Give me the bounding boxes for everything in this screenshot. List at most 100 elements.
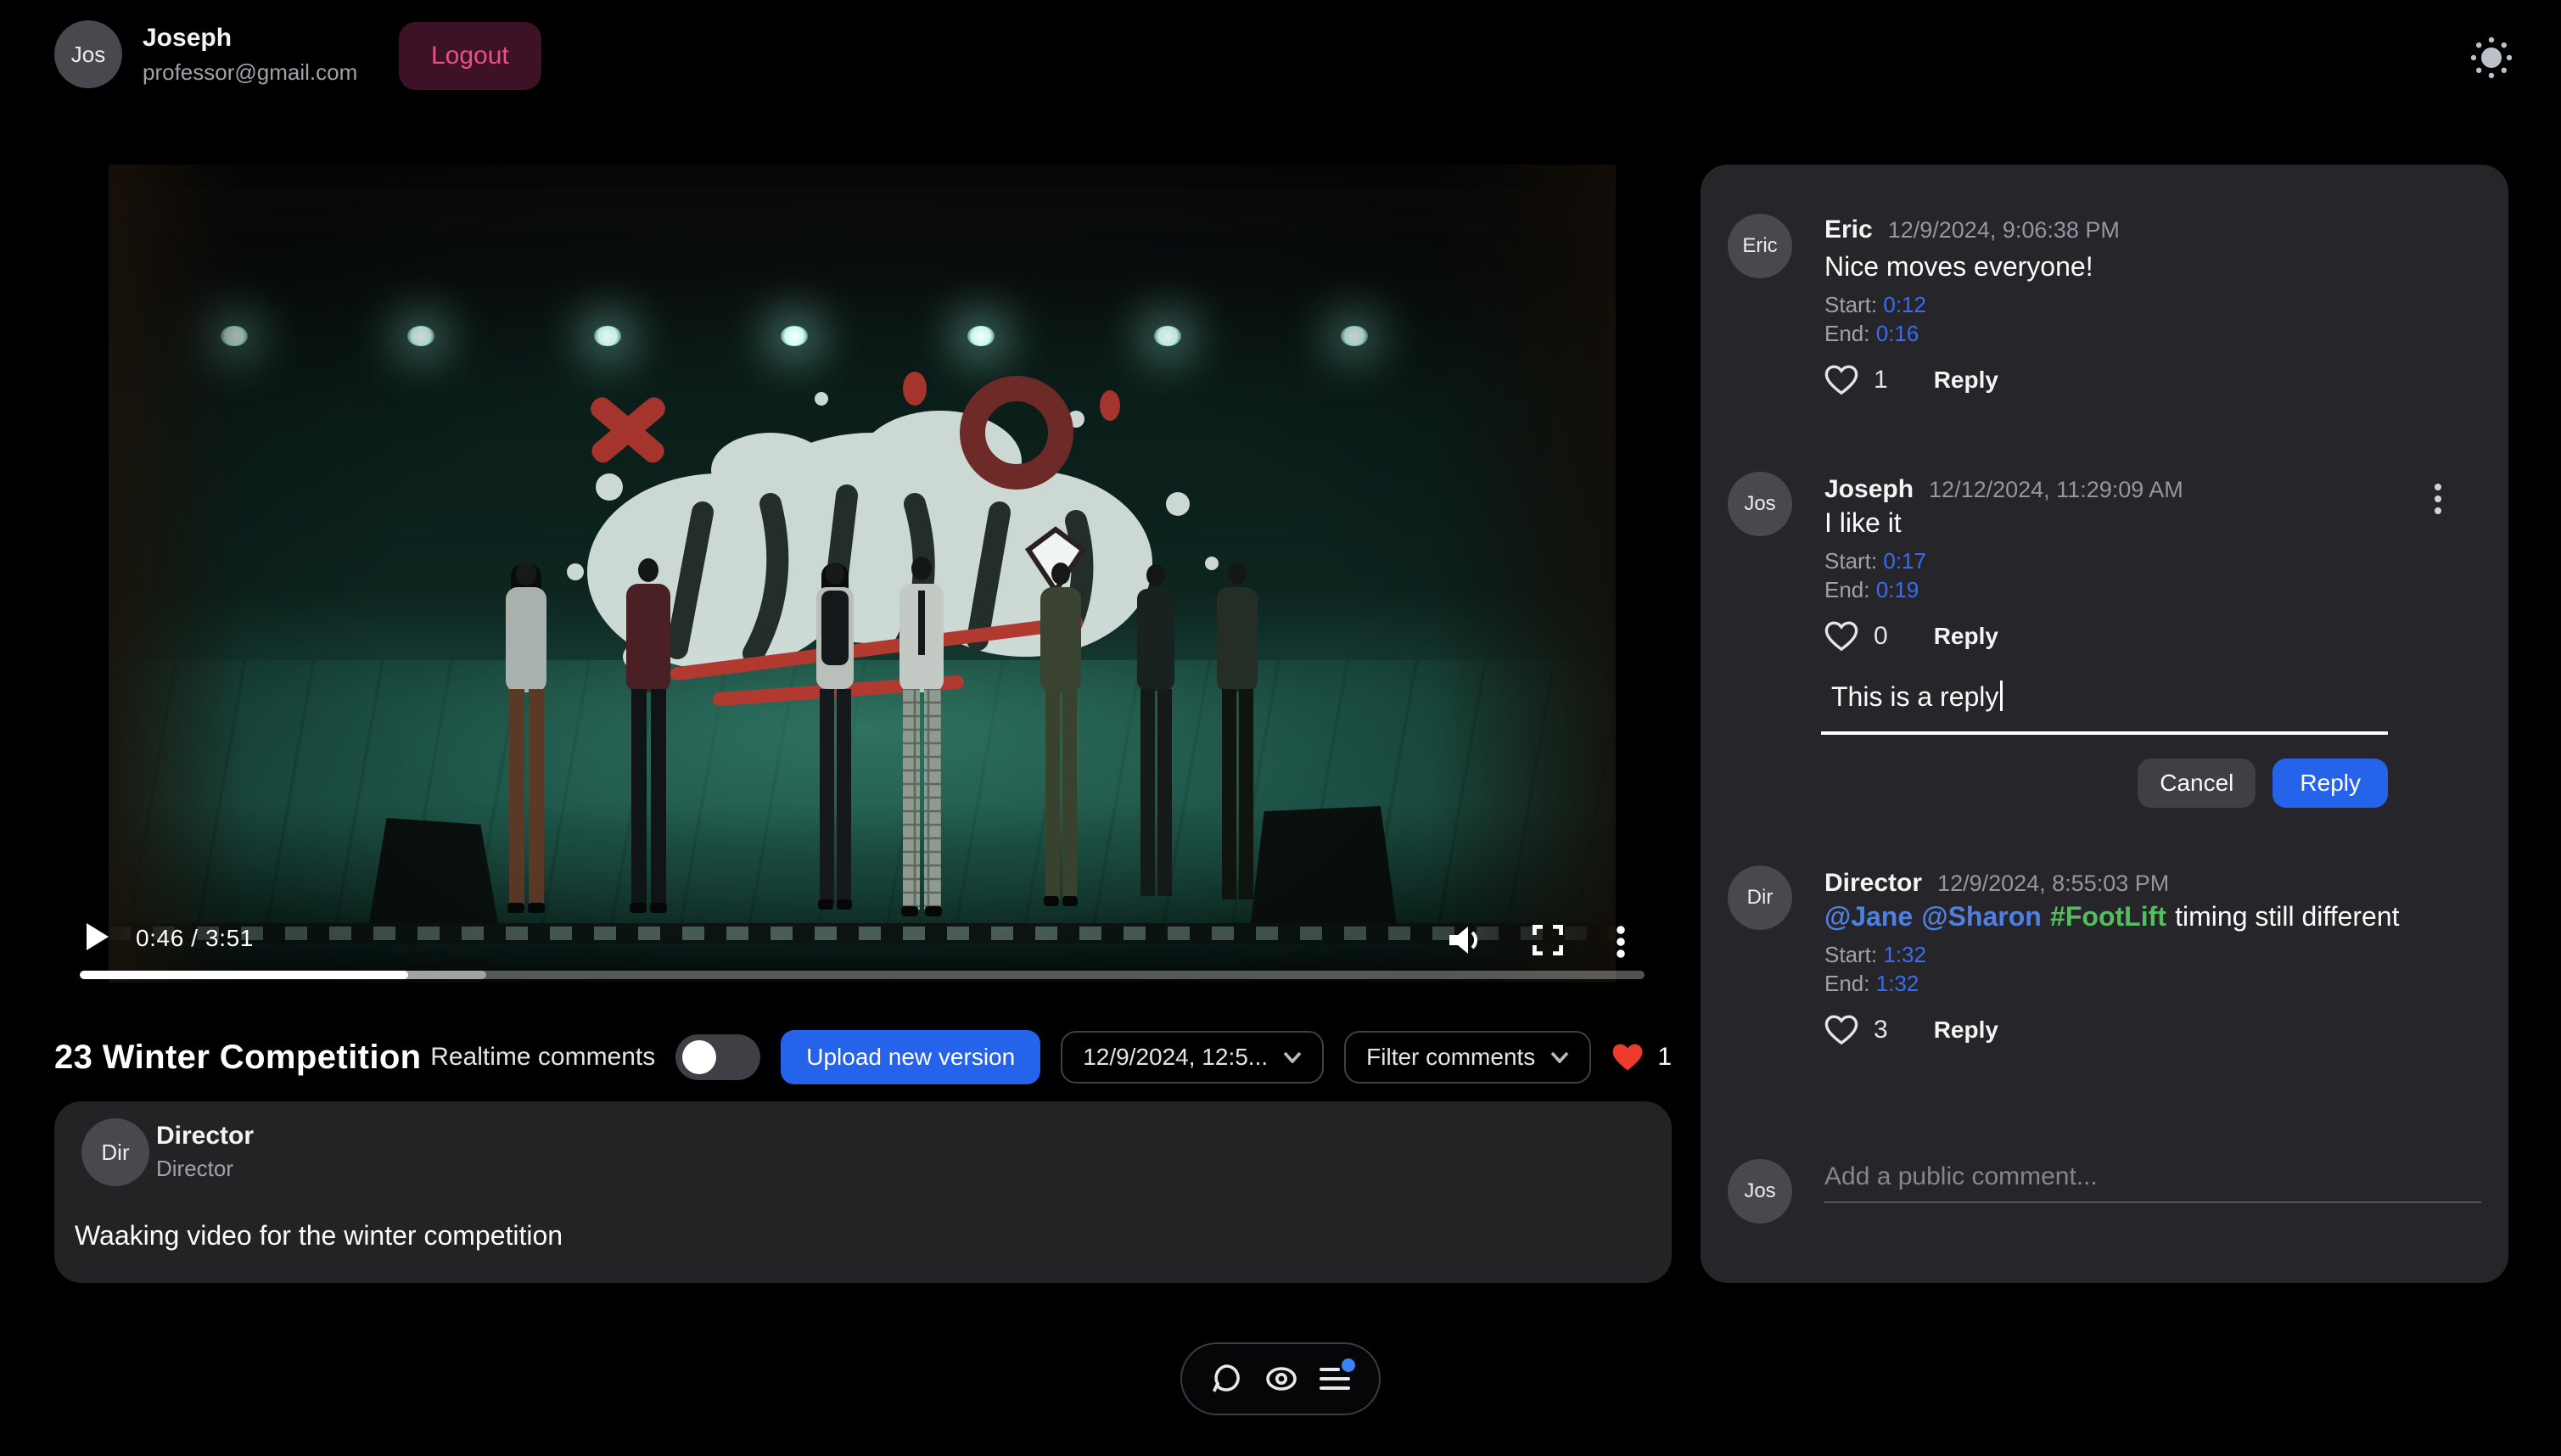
comment-start-row: Start: 1:32: [1824, 942, 1926, 968]
chat-bubble-icon: [1211, 1364, 1241, 1394]
comment-reply-button[interactable]: Reply: [1934, 367, 1998, 394]
description-avatar: Dir: [81, 1118, 149, 1186]
progress-fill: [80, 971, 408, 979]
comment-like-button[interactable]: [1824, 365, 1858, 395]
comment-text: I like it: [1824, 507, 1902, 539]
comments-panel[interactable]: Eric Eric12/9/2024, 9:06:38 PM Nice move…: [1701, 165, 2508, 1283]
end-time-link[interactable]: 0:19: [1876, 577, 1919, 602]
version-dropdown[interactable]: 12/9/2024, 12:5...: [1061, 1031, 1324, 1084]
comment-reply-button[interactable]: Reply: [1934, 623, 1998, 650]
user-name: Joseph: [143, 24, 232, 53]
end-time-link[interactable]: 1:32: [1876, 971, 1919, 996]
chevron-down-icon: [1550, 1051, 1569, 1063]
theme-toggle-button[interactable]: [2469, 36, 2513, 80]
start-time-link[interactable]: 1:32: [1883, 942, 1926, 967]
reply-actions: Cancel Reply: [1821, 759, 2388, 808]
comment-timestamp: 12/9/2024, 9:06:38 PM: [1888, 217, 2120, 243]
stage-light: [221, 326, 248, 346]
comment-avatar: Jos: [1728, 472, 1792, 536]
comment-menu-button[interactable]: [2434, 480, 2468, 518]
end-time-link[interactable]: 0:16: [1876, 321, 1919, 346]
description-text: Waaking video for the winter competition: [75, 1220, 563, 1252]
fullscreen-icon: [1533, 925, 1563, 955]
comment-text: Nice moves everyone!: [1824, 251, 2093, 283]
comment-actions: 1 Reply: [1824, 363, 1998, 397]
comment-timestamp: 12/9/2024, 8:55:03 PM: [1937, 871, 2169, 896]
start-time-link[interactable]: 0:12: [1883, 292, 1926, 317]
comment-author: Director12/9/2024, 8:55:03 PM: [1824, 869, 2169, 898]
stage-light: [594, 326, 621, 346]
description-author-role: Director: [156, 1156, 233, 1182]
eye-icon: [1265, 1365, 1296, 1392]
comment-end-row: End: 0:19: [1824, 577, 1919, 603]
sun-icon: [2469, 36, 2513, 80]
hashtag-link[interactable]: #FootLift: [2050, 901, 2166, 932]
description-author: Director: [156, 1122, 254, 1151]
cancel-button[interactable]: Cancel: [2138, 759, 2256, 808]
stage-light: [407, 326, 434, 346]
comment-end-row: End: 1:32: [1824, 971, 1919, 997]
comment-timestamp: 12/12/2024, 11:29:09 AM: [1929, 477, 2183, 502]
comment-avatar: Eric: [1728, 214, 1792, 278]
chevron-down-icon: [1283, 1051, 1302, 1063]
stage-light: [967, 326, 995, 346]
stage-speaker: [1249, 806, 1398, 937]
comment-reply-button[interactable]: Reply: [1934, 1016, 1998, 1044]
settings-list-button[interactable]: [1320, 1364, 1350, 1394]
play-button[interactable]: [85, 921, 122, 952]
stage-edge: [109, 923, 1616, 944]
fullscreen-button[interactable]: [1533, 925, 1563, 955]
video-like-button[interactable]: [1611, 1042, 1645, 1072]
filter-comments-dropdown[interactable]: Filter comments: [1344, 1031, 1591, 1084]
heart-filled-icon: [1611, 1043, 1645, 1072]
video-frame: [109, 165, 1616, 983]
reply-submit-button[interactable]: Reply: [2272, 759, 2388, 808]
comment-avatar: Dir: [1728, 865, 1792, 930]
heart-outline-icon: [1824, 1015, 1858, 1045]
add-comment-input[interactable]: [1824, 1152, 2481, 1203]
venue-balcony: [109, 188, 1616, 232]
kebab-icon: [2434, 483, 2468, 515]
text-caret: [2000, 680, 2003, 711]
user-email: professor@gmail.com: [143, 59, 357, 86]
comment-end-row: End: 0:16: [1824, 321, 1919, 347]
comment-actions: 3 Reply: [1824, 1013, 1998, 1047]
comment-like-button[interactable]: [1824, 1015, 1858, 1045]
description-card: Dir Director Director Waaking video for …: [54, 1101, 1672, 1283]
stage-light: [1154, 326, 1181, 346]
stage-light: [1341, 326, 1368, 346]
realtime-comments-toggle[interactable]: [675, 1034, 760, 1080]
app-root: Jos Joseph professor@gmail.com Logout: [0, 0, 2561, 1456]
footer-toolbar: [1180, 1342, 1381, 1415]
comment-like-count: 1: [1874, 366, 1888, 395]
volume-icon: [1449, 925, 1483, 955]
mention-link[interactable]: @Jane: [1824, 901, 1913, 932]
visibility-button[interactable]: [1265, 1364, 1296, 1394]
logout-button[interactable]: Logout: [399, 22, 541, 90]
realtime-comments-label: Realtime comments: [430, 1043, 655, 1072]
start-time-link[interactable]: 0:17: [1883, 548, 1926, 574]
stage-speaker: [368, 818, 499, 928]
user-avatar: Jos: [54, 20, 122, 88]
commenter-avatar: Jos: [1728, 1159, 1792, 1224]
notification-dot: [1342, 1358, 1355, 1372]
heart-outline-icon: [1824, 621, 1858, 652]
volume-button[interactable]: [1449, 925, 1483, 955]
heart-outline-icon: [1824, 365, 1858, 395]
comment-like-button[interactable]: [1824, 621, 1858, 652]
comment-like-count: 0: [1874, 622, 1888, 651]
time-display: 0:46 / 3:51: [136, 925, 254, 952]
reply-input[interactable]: This is a reply: [1821, 670, 2388, 735]
upload-new-version-button[interactable]: Upload new version: [781, 1030, 1040, 1084]
video-toolbar: 23 Winter Competition Realtime comments …: [54, 1030, 1672, 1084]
video-title: 23 Winter Competition: [54, 1039, 422, 1077]
comments-toggle-button[interactable]: [1211, 1364, 1241, 1394]
player-menu-button[interactable]: [1616, 925, 1639, 959]
comment-like-count: 3: [1874, 1016, 1888, 1044]
kebab-icon: [1616, 925, 1639, 959]
video-player[interactable]: 0:46 / 3:51: [78, 165, 1646, 983]
comment-text: @Jane@Sharon#FootLifttiming still differ…: [1824, 901, 2400, 932]
comment-start-row: Start: 0:17: [1824, 548, 1926, 574]
progress-bar[interactable]: [80, 971, 1645, 979]
mention-link[interactable]: @Sharon: [1921, 901, 2041, 932]
